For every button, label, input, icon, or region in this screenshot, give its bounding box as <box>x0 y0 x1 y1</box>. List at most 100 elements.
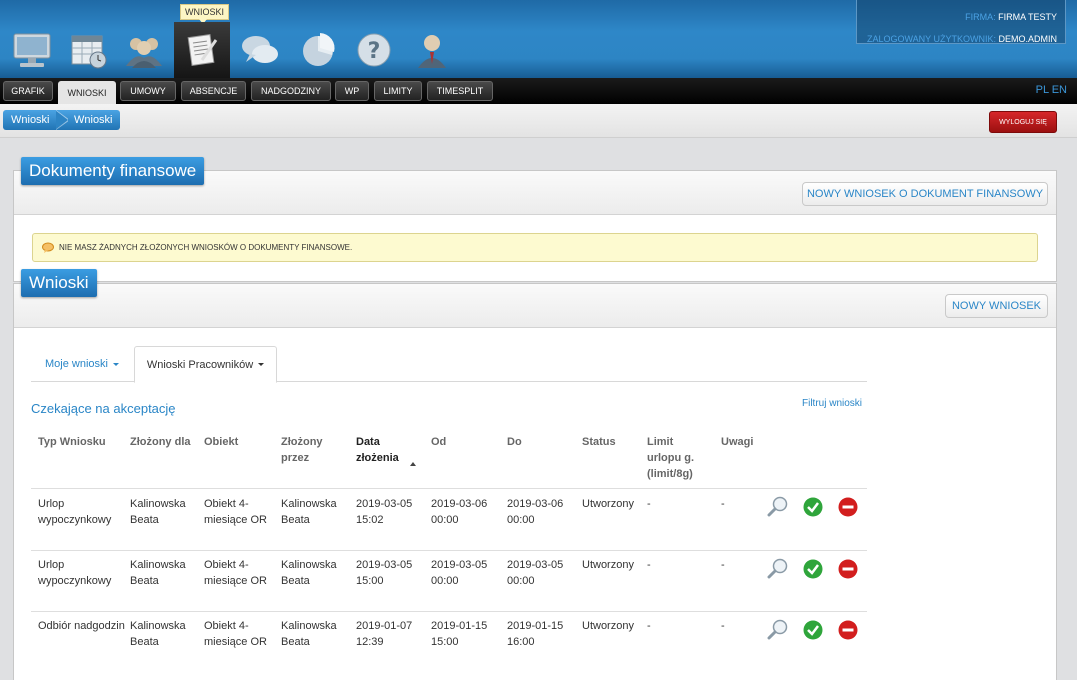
request-subtabs: Moje wnioski Wnioski Pracowników <box>31 346 867 383</box>
col-uwagi[interactable]: Uwagi <box>721 434 771 450</box>
user-label: ZALOGOWANY UŻYTKOWNIK: <box>866 34 996 44</box>
cell-data: 2019-01-07 12:39 <box>356 620 413 648</box>
cell-do: 2019-03-05 00:00 <box>507 559 564 587</box>
reject-minus-icon[interactable] <box>837 619 859 641</box>
new-request-button[interactable]: NOWY WNIOSEK <box>945 294 1048 318</box>
col-obiekt[interactable]: Obiekt <box>204 434 274 450</box>
col-do[interactable]: Do <box>507 434 567 450</box>
firma-value: FIRMA TESTY <box>998 12 1057 22</box>
accept-check-icon[interactable] <box>802 619 824 641</box>
cell-uwagi: - <box>721 559 725 571</box>
col-typ-wniosku[interactable]: Typ Wniosku <box>38 434 128 450</box>
col-data-zlozenia[interactable]: Data złożenia <box>356 434 428 467</box>
cell-przez: Kalinowska Beata <box>281 620 337 648</box>
caret-down-icon <box>258 363 265 366</box>
tab-wp[interactable]: WP <box>335 81 369 101</box>
computer-icon[interactable] <box>4 22 60 78</box>
cell-przez: Kalinowska Beata <box>281 559 337 587</box>
col-data-zlozenia-label: Data złożenia <box>356 436 399 464</box>
cell-od: 2019-03-06 00:00 <box>431 498 488 526</box>
speech-bubble-icon <box>42 242 54 253</box>
caret-down-icon <box>112 362 119 366</box>
tab-wnioski-pracownikow-label: Wnioski Pracowników <box>146 358 254 371</box>
document-pen-icon[interactable] <box>174 22 230 78</box>
cell-status: Utworzony <box>582 559 634 571</box>
cell-dla: Kalinowska Beata <box>130 559 186 587</box>
finance-documents-panel: NOWY WNIOSEK O DOKUMENT FINANSOWY NIE MA… <box>13 170 1057 282</box>
accept-check-icon[interactable] <box>802 496 824 518</box>
svg-text:?: ? <box>368 39 381 64</box>
cell-limit: - <box>647 559 651 571</box>
cell-limit: - <box>647 498 651 510</box>
tab-moje-wnioski[interactable]: Moje wnioski <box>45 346 119 382</box>
firma-label: FIRMA: <box>965 12 996 22</box>
cell-obiekt: Obiekt 4-miesiące OR <box>204 559 267 587</box>
cell-typ: Odbiór nadgodzin <box>38 620 125 632</box>
col-limit-urlopu[interactable]: Limit urlopu g. (limit/8g) <box>647 434 709 482</box>
calendar-icon[interactable] <box>60 22 116 78</box>
magnifier-icon[interactable] <box>767 557 789 579</box>
cell-obiekt: Obiekt 4-miesiące OR <box>204 498 267 526</box>
magnifier-icon[interactable] <box>767 618 789 640</box>
cell-do: 2019-03-06 00:00 <box>507 498 564 526</box>
breadcrumb-item-wnioski-current[interactable]: Wnioski <box>68 110 120 130</box>
col-zlozony-przez[interactable]: Złożony przez <box>281 434 331 466</box>
cell-uwagi: - <box>721 498 725 510</box>
finance-alert-text: NIE MASZ ŻADNYCH ZŁOŻONYCH WNIOSKÓW O DO… <box>59 243 353 252</box>
cell-dla: Kalinowska Beata <box>130 620 186 648</box>
help-icon[interactable]: ? <box>346 22 402 78</box>
reject-minus-icon[interactable] <box>837 558 859 580</box>
section-title: Czekające na akceptację <box>31 401 176 416</box>
filter-requests-link[interactable]: Filtruj wnioski <box>802 398 862 409</box>
cell-od: 2019-03-05 00:00 <box>431 559 488 587</box>
chat-icon[interactable] <box>232 22 288 78</box>
requests-panel: NOWY WNIOSEK Moje wnioski Wnioski Pracow… <box>13 283 1057 680</box>
language-switch[interactable]: PL EN <box>1036 84 1067 96</box>
user-value: DEMO.ADMIN <box>998 34 1058 44</box>
cell-data: 2019-03-05 15:00 <box>356 559 413 587</box>
col-status[interactable]: Status <box>582 434 642 450</box>
tab-grafik[interactable]: GRAFIK <box>3 81 53 101</box>
tab-timesplit[interactable]: TIMESPLIT <box>427 81 493 101</box>
tab-umowy[interactable]: UMOWY <box>120 81 176 101</box>
cell-data: 2019-03-05 15:02 <box>356 498 413 526</box>
new-finance-request-button[interactable]: NOWY WNIOSEK O DOKUMENT FINANSOWY <box>802 182 1048 206</box>
main-tabbar: GRAFIK WNIOSKI UMOWY ABSENCJE NADGODZINY… <box>0 78 1077 104</box>
cell-typ: Urlop wypoczynkowy <box>38 559 112 587</box>
tab-nadgodziny[interactable]: NADGODZINY <box>251 81 331 101</box>
users-icon[interactable] <box>116 22 172 78</box>
col-od[interactable]: Od <box>431 434 491 450</box>
tab-limity[interactable]: LIMITY <box>374 81 422 101</box>
cell-przez: Kalinowska Beata <box>281 498 337 526</box>
accept-check-icon[interactable] <box>802 558 824 580</box>
cell-limit: - <box>647 620 651 632</box>
cell-status: Utworzony <box>582 620 634 632</box>
tab-moje-wnioski-label: Moje wnioski <box>45 358 108 370</box>
table-header-divider <box>31 488 867 489</box>
logout-button[interactable]: WYLOGUJ SIĘ <box>989 111 1057 133</box>
cell-status: Utworzony <box>582 498 634 510</box>
user-info-box: FIRMA: FIRMA TESTY ZALOGOWANY UŻYTKOWNIK… <box>856 0 1066 44</box>
row-divider <box>31 550 867 551</box>
magnifier-icon[interactable] <box>767 495 789 517</box>
cell-uwagi: - <box>721 620 725 632</box>
col-zlozony-dla[interactable]: Złożony dla <box>130 434 200 450</box>
finance-empty-alert: NIE MASZ ŻADNYCH ZŁOŻONYCH WNIOSKÓW O DO… <box>32 233 1038 262</box>
app-header: WNIOSKI ? FIRMA: FIRMA TESTY ZALOGOWANY … <box>0 0 1077 78</box>
breadcrumb: Wnioski Wnioski WYLOGUJ SIĘ <box>0 104 1077 138</box>
tab-absencje[interactable]: ABSENCJE <box>181 81 246 101</box>
sort-ascending-icon <box>410 462 416 467</box>
tab-wnioski[interactable]: WNIOSKI <box>58 81 116 104</box>
row-divider <box>31 611 867 612</box>
module-tooltip: WNIOSKI <box>180 4 230 24</box>
requests-panel-title: Wnioski <box>21 269 97 297</box>
cell-od: 2019-01-15 15:00 <box>431 620 488 648</box>
finance-panel-title: Dokumenty finansowe <box>21 157 205 185</box>
reject-minus-icon[interactable] <box>837 496 859 518</box>
cell-do: 2019-01-15 16:00 <box>507 620 564 648</box>
requests-panel-header <box>14 284 1056 328</box>
user-icon[interactable] <box>404 22 460 78</box>
pie-chart-icon[interactable] <box>290 22 346 78</box>
cell-obiekt: Obiekt 4-miesiące OR <box>204 620 267 648</box>
tab-wnioski-pracownikow[interactable]: Wnioski Pracowników <box>134 346 277 383</box>
